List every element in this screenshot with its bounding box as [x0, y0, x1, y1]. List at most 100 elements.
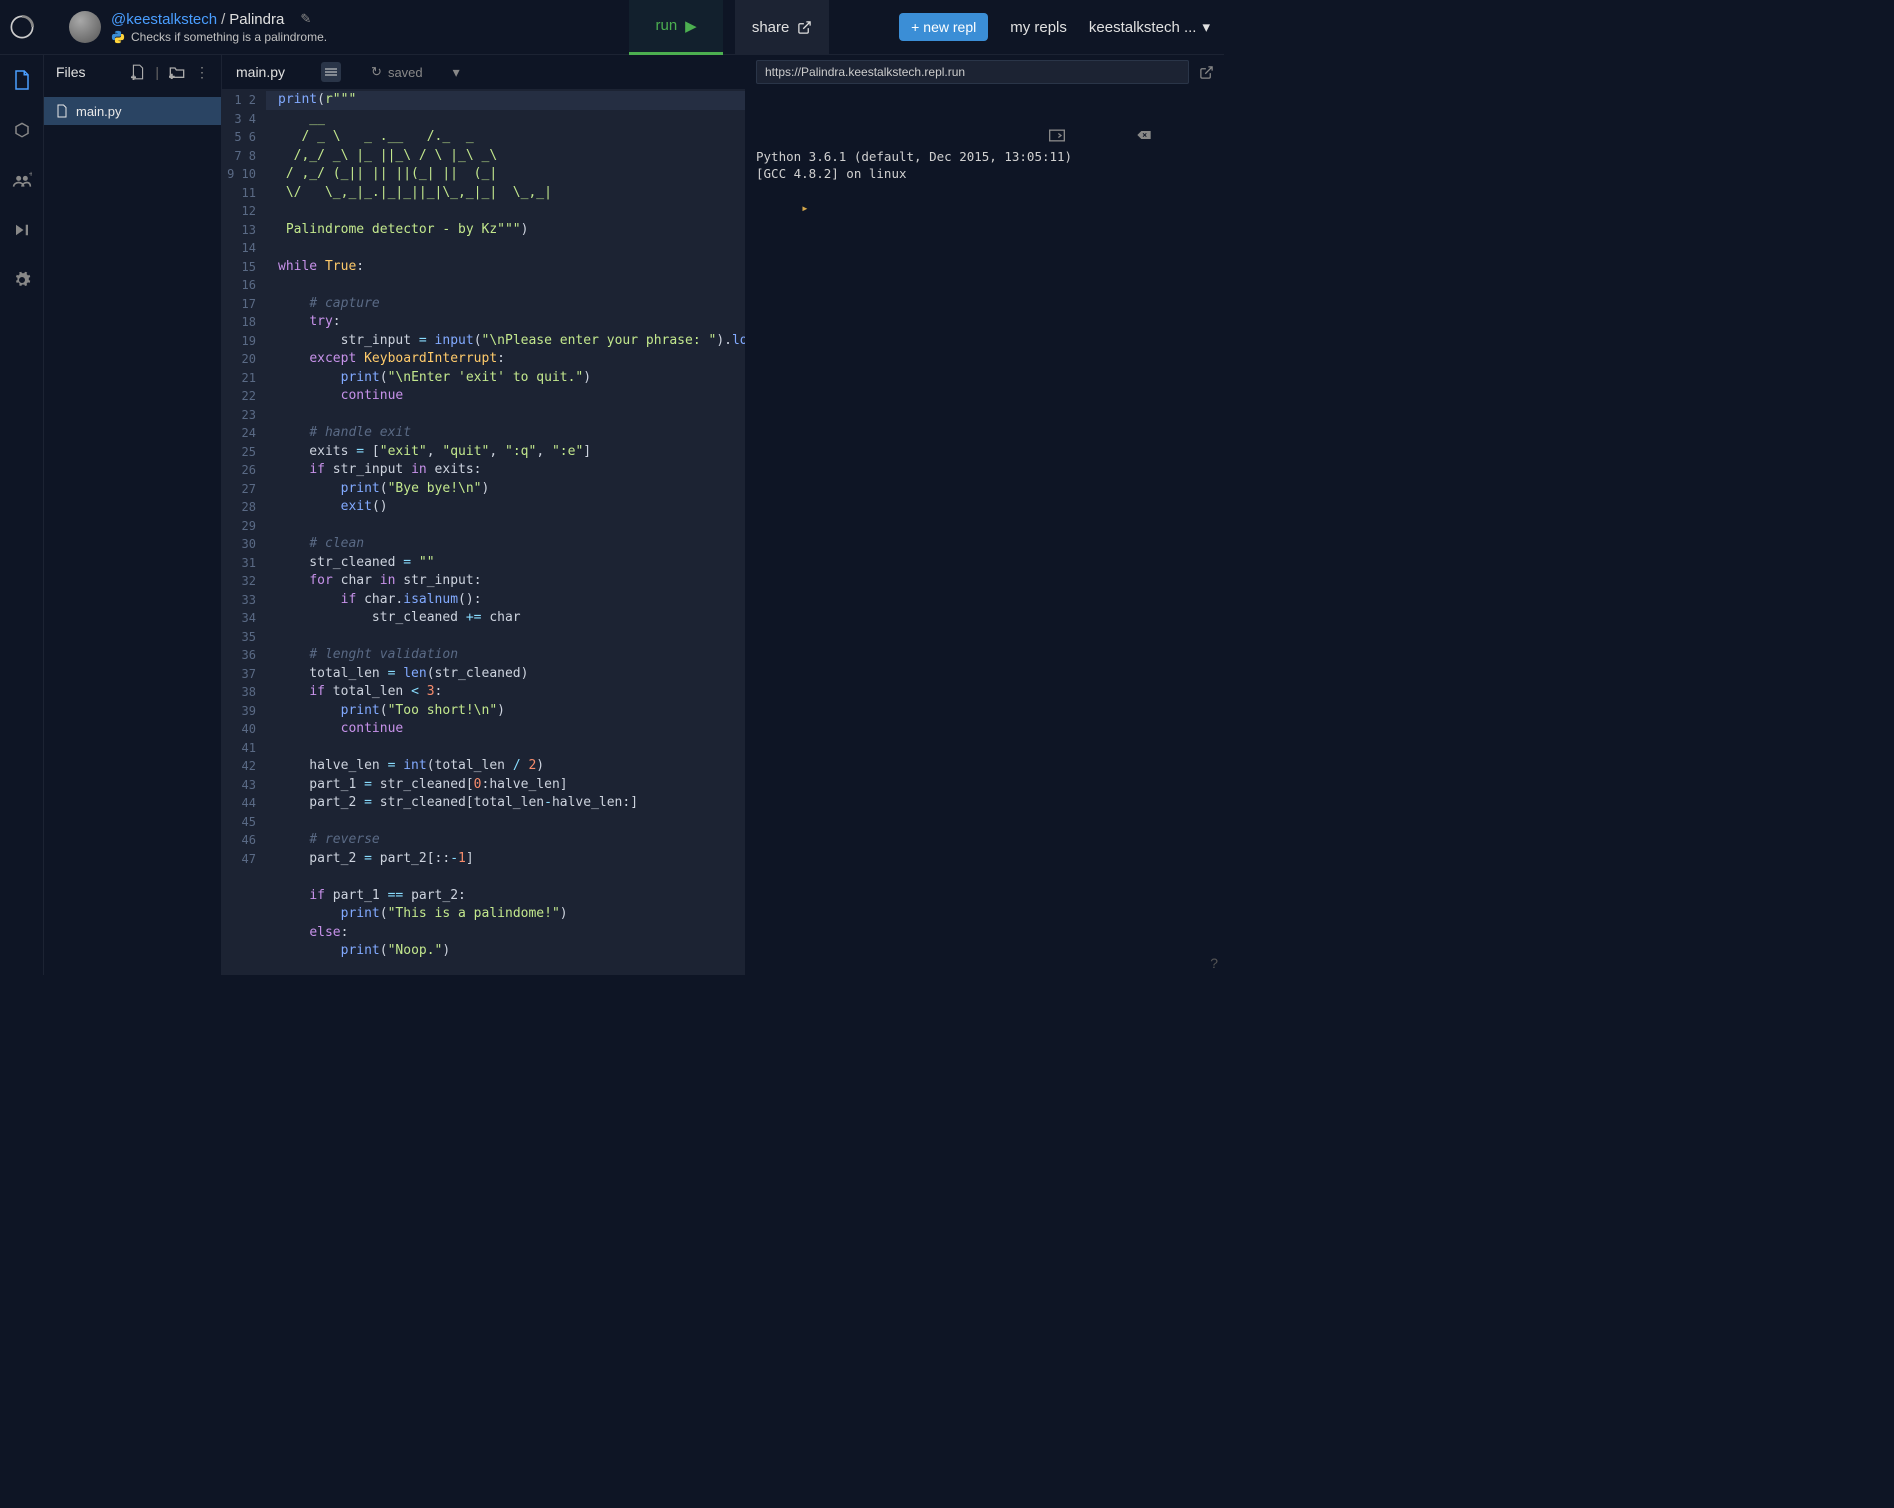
my-repls-link[interactable]: my repls	[1010, 19, 1067, 36]
avatar[interactable]	[69, 11, 101, 43]
code-line[interactable]: if total_len < 3:	[278, 683, 745, 702]
rail-debugger-icon[interactable]	[7, 215, 37, 245]
code-line[interactable]: # capture	[278, 295, 745, 314]
code-line[interactable]: exit()	[278, 498, 745, 517]
terminal-expand-icon[interactable]	[1049, 95, 1127, 176]
code-content[interactable]: print(r""" __ / _ \ _ .__ /._ _ /,_/ _\ …	[266, 89, 745, 975]
separator-slash: /	[221, 11, 225, 28]
new-folder-icon[interactable]: +	[169, 65, 185, 79]
output-panel: Python 3.6.1 (default, Dec 2015, 13:05:1…	[746, 55, 1224, 975]
code-line[interactable]: if char.isalnum():	[278, 591, 745, 610]
user-handle-link[interactable]: @keestalkstech	[111, 11, 217, 28]
code-line[interactable]: print("\nEnter 'exit' to quit.")	[278, 369, 745, 388]
help-icon[interactable]: ?	[1210, 955, 1218, 971]
code-line[interactable]: part_2 = part_2[::-1]	[278, 850, 745, 869]
code-line[interactable]: try:	[278, 313, 745, 332]
code-line[interactable]: except KeyboardInterrupt:	[278, 350, 745, 369]
code-line[interactable]: print("This is a palindome!")	[278, 905, 745, 924]
code-line[interactable]: part_1 = str_cleaned[0:halve_len]	[278, 776, 745, 795]
code-line[interactable]: /,_/ _\ |_ ||_\ / \ |_\ _\	[278, 147, 745, 166]
code-line[interactable]: total_len = len(str_cleaned)	[278, 665, 745, 684]
code-line[interactable]: print("Bye bye!\n")	[278, 480, 745, 499]
chevron-down-icon: ▾	[1202, 18, 1210, 36]
rail-files-icon[interactable]	[7, 65, 37, 95]
rail-settings-icon[interactable]	[7, 265, 37, 295]
new-file-icon[interactable]: +	[131, 64, 145, 80]
code-line[interactable]: \/ \_,_|_.|_|_||_|\_,_|_| \_,_|	[278, 184, 745, 203]
svg-text:+: +	[132, 73, 137, 80]
repl-info: @keestalkstech/Palindra ✎ Checks if some…	[111, 11, 327, 44]
code-line[interactable]: Palindrome detector - by Kz""")	[278, 221, 745, 240]
top-header: @keestalkstech/Palindra ✎ Checks if some…	[0, 0, 1224, 55]
refresh-icon: ↻	[371, 64, 382, 80]
terminal-output[interactable]: Python 3.6.1 (default, Dec 2015, 13:05:1…	[746, 89, 1224, 975]
code-line[interactable]: str_cleaned += char	[278, 609, 745, 628]
code-line[interactable]	[278, 517, 745, 536]
code-line[interactable]	[278, 202, 745, 221]
code-line[interactable]: exits = ["exit", "quit", ":q", ":e"]	[278, 443, 745, 462]
code-line[interactable]: while True:	[278, 258, 745, 277]
url-bar-row	[746, 55, 1224, 89]
code-line[interactable]	[278, 276, 745, 295]
chevron-down-icon[interactable]: ▾	[453, 64, 460, 81]
code-line[interactable]: str_cleaned = ""	[278, 554, 745, 573]
repl-description: Checks if something is a palindrome.	[131, 30, 327, 44]
editor-tab-main[interactable]: main.py	[236, 64, 285, 80]
terminal-prompt: ▸	[801, 200, 809, 215]
rail-multiplayer-icon[interactable]: +	[7, 165, 37, 195]
code-line[interactable]: if str_input in exits:	[278, 461, 745, 480]
more-icon[interactable]: ⋮	[195, 64, 209, 81]
rail-packages-icon[interactable]	[7, 115, 37, 145]
code-line[interactable]: / ,_/ (_|| || ||(_| || (_|	[278, 165, 745, 184]
code-line[interactable]: # reverse	[278, 831, 745, 850]
editor-tabs: main.py ↻ saved ▾	[222, 55, 745, 89]
code-line[interactable]: # lenght validation	[278, 646, 745, 665]
share-icon	[797, 20, 812, 35]
open-external-icon[interactable]	[1199, 65, 1214, 80]
code-line[interactable]: print("Noop.")	[278, 942, 745, 961]
plus-icon: +	[911, 19, 919, 35]
code-editor[interactable]: 1 2 3 4 5 6 7 8 9 10 11 12 13 14 15 16 1…	[222, 89, 745, 975]
code-line[interactable]	[278, 868, 745, 887]
user-menu[interactable]: keestalkstech ... ▾	[1089, 18, 1210, 36]
files-panel: Files + | + ⋮ main.py	[44, 55, 222, 975]
svg-text:+: +	[169, 72, 174, 79]
code-line[interactable]: __	[278, 110, 745, 129]
code-line[interactable]	[278, 739, 745, 758]
run-button[interactable]: run ▶	[629, 0, 723, 55]
new-repl-button[interactable]: + new repl	[899, 13, 988, 41]
terminal-clear-icon[interactable]	[1136, 95, 1214, 176]
file-item-main[interactable]: main.py	[44, 97, 221, 125]
line-gutter: 1 2 3 4 5 6 7 8 9 10 11 12 13 14 15 16 1…	[222, 89, 266, 975]
code-line[interactable]: halve_len = int(total_len / 2)	[278, 757, 745, 776]
svg-text:+: +	[28, 171, 31, 179]
code-line[interactable]: # handle exit	[278, 424, 745, 443]
code-line[interactable]: print("Too short!\n")	[278, 702, 745, 721]
code-line[interactable]: str_input = input("\nPlease enter your p…	[278, 332, 745, 351]
code-line[interactable]	[278, 406, 745, 425]
code-line[interactable]: continue	[278, 720, 745, 739]
code-line[interactable]: if part_1 == part_2:	[278, 887, 745, 906]
edit-icon[interactable]: ✎	[300, 11, 311, 27]
replit-logo[interactable]	[0, 0, 44, 55]
code-line[interactable]: print(r"""	[266, 91, 745, 110]
code-line[interactable]: # clean	[278, 535, 745, 554]
code-line[interactable]: else:	[278, 924, 745, 943]
code-line[interactable]: continue	[278, 387, 745, 406]
files-header-label: Files	[56, 64, 86, 80]
code-line[interactable]: / _ \ _ .__ /._ _	[278, 128, 745, 147]
file-icon	[56, 104, 68, 118]
code-line[interactable]: part_2 = str_cleaned[total_len-halve_len…	[278, 794, 745, 813]
code-line[interactable]: for char in str_input:	[278, 572, 745, 591]
code-line[interactable]	[278, 239, 745, 258]
code-line[interactable]	[278, 813, 745, 832]
play-icon: ▶	[685, 17, 697, 35]
editor-panel: main.py ↻ saved ▾ 1 2 3 4 5 6 7 8 9 10 1…	[222, 55, 746, 975]
share-button[interactable]: share	[735, 0, 829, 55]
repl-name: Palindra	[229, 11, 284, 28]
code-line[interactable]	[278, 628, 745, 647]
layout-icon[interactable]	[321, 62, 341, 82]
python-icon	[111, 30, 125, 44]
file-name-label: main.py	[76, 104, 122, 119]
url-input[interactable]	[756, 60, 1189, 84]
